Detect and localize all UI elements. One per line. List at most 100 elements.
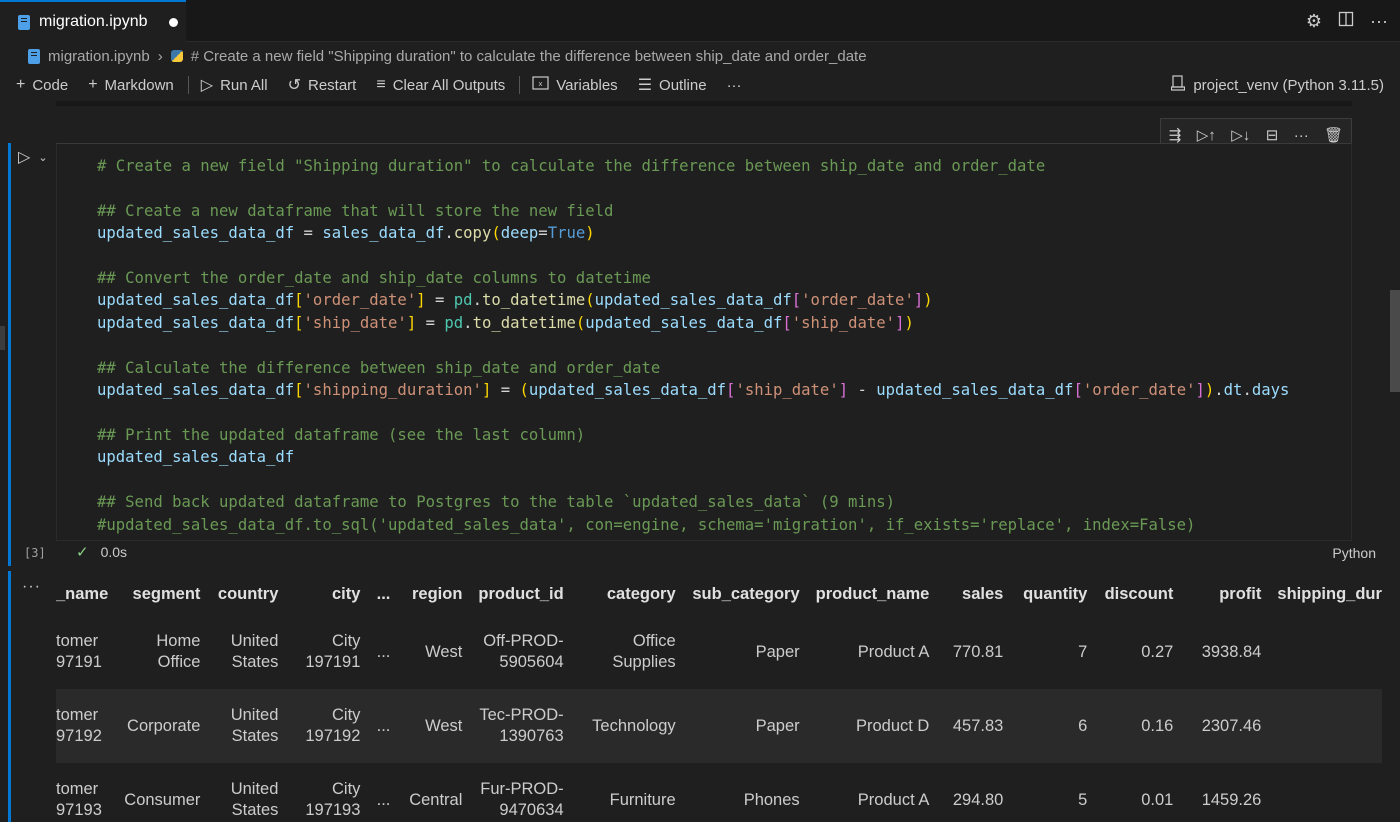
python-icon xyxy=(170,50,183,62)
breadcrumb-file[interactable]: migration.ipynb xyxy=(48,48,150,65)
clear-all-outputs-button[interactable]: ≡ Clear All Outputs xyxy=(376,76,505,94)
split-cell-icon[interactable]: ⊟ xyxy=(1266,126,1279,144)
table-cell: ... xyxy=(376,642,391,661)
variables-button[interactable]: x Variables xyxy=(532,75,618,95)
toolbar-more-icon: ··· xyxy=(726,76,742,94)
more-cell-actions-icon[interactable]: ··· xyxy=(1294,127,1309,144)
column-header: shipping_duration xyxy=(1277,585,1382,604)
comment-text: ## Create a new dataframe that will stor… xyxy=(97,201,614,220)
tab-migration-notebook[interactable]: migration.ipynb xyxy=(0,0,186,42)
code-line: #updated_sales_data_df.to_sql('updated_s… xyxy=(97,514,1289,536)
chevron-down-icon[interactable]: ⌄ xyxy=(38,151,47,164)
output-menu-icon[interactable]: ··· xyxy=(22,578,41,596)
code-text: updated_sales_data_df xyxy=(97,448,295,467)
table-cell: Corporate xyxy=(127,716,201,735)
code-line: # Create a new field "Shipping duration"… xyxy=(97,155,1289,177)
table-cell: Product A xyxy=(857,642,930,661)
table-cell: 526 xyxy=(1269,689,1382,763)
table-cell: Home Office xyxy=(156,632,201,672)
table-cell: Tec-PROD- 1390763 xyxy=(479,706,564,745)
kernel-picker[interactable]: project_venv (Python 3.11.5) xyxy=(1171,70,1384,100)
column-header: ... xyxy=(376,585,391,604)
sash-handle[interactable] xyxy=(0,326,5,350)
table-cell: tomer 97191 xyxy=(56,632,102,672)
restart-button[interactable]: ↺ Restart xyxy=(288,75,357,95)
table-cell: 2307.46 xyxy=(1201,716,1262,735)
cell-language[interactable]: Python xyxy=(1332,545,1376,561)
restart-icon: ↺ xyxy=(287,77,301,94)
table-cell: 7 xyxy=(1078,642,1088,661)
tab-actions: ⚙ ··· xyxy=(1306,0,1388,42)
add-code-cell-button[interactable]: + Code xyxy=(16,76,68,94)
run-all-label: Run All xyxy=(220,76,268,94)
comment-text: ## Print the updated dataframe (see the … xyxy=(97,425,586,444)
code-line: ## Send back updated dataframe to Postgr… xyxy=(97,491,1289,513)
breadcrumb-cell[interactable]: # Create a new field "Shipping duration"… xyxy=(191,48,867,65)
column-header: sales xyxy=(962,585,1004,604)
variables-label: Variables xyxy=(556,76,618,94)
clear-outputs-label: Clear All Outputs xyxy=(392,76,506,94)
comment-text: ## Calculate the difference between ship… xyxy=(97,358,661,377)
table-cell: 6 xyxy=(1078,716,1088,735)
comment-text: ## Send back updated dataframe to Postgr… xyxy=(97,493,895,512)
output-focus-indicator xyxy=(8,571,11,822)
variables-icon: x xyxy=(532,75,549,95)
table-cell: West xyxy=(425,716,463,735)
add-markdown-label: Markdown xyxy=(104,76,174,94)
vertical-scrollbar[interactable] xyxy=(1390,290,1400,392)
add-code-label: Code xyxy=(32,76,69,94)
gear-icon[interactable]: ⚙ xyxy=(1306,11,1322,32)
toolbar-divider xyxy=(187,76,189,94)
table-cell: Paper xyxy=(755,716,800,735)
run-below-icon[interactable]: ▷↓ xyxy=(1231,126,1250,144)
column-header: discount xyxy=(1104,585,1174,604)
table-cell: Furniture xyxy=(609,790,676,809)
outline-button[interactable]: ☰ Outline xyxy=(638,75,707,95)
table-header-row: _name segment country city... region product_… xyxy=(56,575,1382,615)
table-cell: United States xyxy=(230,706,279,745)
table-cell: Fur-PROD- 9470634 xyxy=(480,780,564,819)
unsaved-dot-icon[interactable] xyxy=(168,17,178,27)
breadcrumb: migration.ipynb › # Create a new field "… xyxy=(0,43,1400,69)
run-cell-button[interactable]: ▷ ⌄ xyxy=(18,147,48,167)
check-icon: ✓ xyxy=(76,544,89,561)
table-cell: City 197192 xyxy=(305,706,361,745)
table-cell: 457.83 xyxy=(952,716,1004,735)
table-cell: Product D xyxy=(855,716,930,735)
table-row: tomer 97193 Consumer United States City 197193… xyxy=(56,763,1382,822)
code-line: updated_sales_data_df['order_date'] = pd… xyxy=(97,291,933,310)
more-actions-icon[interactable]: ··· xyxy=(1370,11,1388,32)
column-header: sub_category xyxy=(692,585,800,604)
toolbar-more-button[interactable]: ··· xyxy=(727,77,742,94)
code-line: updated_sales_data_df['shipping_duration… xyxy=(97,381,1290,400)
delete-cell-icon[interactable]: 🗑 xyxy=(1324,126,1343,144)
execute-above-icon[interactable]: ⇶ xyxy=(1169,126,1182,144)
run-above-icon[interactable]: ▷↑ xyxy=(1197,126,1216,144)
kernel-icon xyxy=(1171,75,1186,95)
split-editor-icon[interactable] xyxy=(1338,11,1354,32)
dataframe-output: _name segment country city... region product_… xyxy=(56,575,1382,822)
column-header: quantity xyxy=(1023,585,1088,604)
comment-text: #updated_sales_data_df.to_sql('updated_s… xyxy=(97,515,1196,534)
table-cell: West xyxy=(425,642,463,661)
table-cell: 770.81 xyxy=(952,642,1004,661)
column-header: city xyxy=(331,585,361,604)
table-cell: Phones xyxy=(743,790,800,809)
add-markdown-cell-button[interactable]: + Markdown xyxy=(88,76,174,94)
table-cell: tomer 97193 xyxy=(56,780,102,819)
table-cell: 435 xyxy=(1269,615,1382,689)
code-line: updated_sales_data_df xyxy=(97,446,1289,468)
column-header: profit xyxy=(1219,585,1262,604)
code-line: updated_sales_data_df = sales_data_df.co… xyxy=(97,224,595,243)
dataframe-table: _name segment country city... region product_… xyxy=(56,575,1382,822)
code-content[interactable]: # Create a new field "Shipping duration"… xyxy=(97,155,1289,536)
table-cell: Consumer xyxy=(124,790,201,809)
table-cell: United States xyxy=(230,780,279,819)
clear-outputs-icon: ≡ xyxy=(376,76,386,93)
run-all-button[interactable]: ▷ Run All xyxy=(201,75,268,95)
